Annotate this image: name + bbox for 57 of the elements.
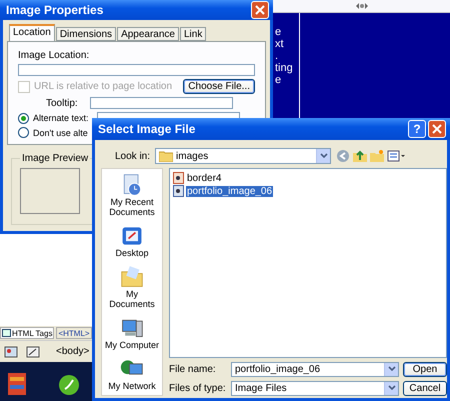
close-button[interactable]	[251, 1, 269, 19]
file-item[interactable]: border4	[186, 172, 222, 184]
places-item[interactable]: My Recent Documents	[102, 173, 162, 217]
radio-button[interactable]	[18, 127, 29, 138]
window-title: Image Properties	[6, 3, 104, 17]
resize-handle-icon	[356, 3, 368, 9]
text-fragment: e	[275, 75, 282, 85]
places-item[interactable]: My Documents	[102, 265, 162, 309]
close-icon	[432, 124, 442, 134]
file-name-field[interactable]: portfolio_image_06	[231, 362, 399, 376]
field-label: Image Location:	[18, 50, 90, 61]
panel-tab[interactable]: HTML Tags	[0, 327, 54, 339]
field-label: Files of type:	[169, 382, 227, 394]
tooltip-field[interactable]	[90, 97, 233, 109]
close-button[interactable]	[428, 120, 446, 138]
dialog-tab[interactable]: Dimensions	[56, 27, 116, 41]
panel-tab[interactable]: <HTML>	[56, 327, 92, 339]
file-type-dropdown[interactable]: Image Files	[231, 380, 399, 396]
field-label: File name:	[169, 364, 217, 374]
open-button[interactable]: Open	[403, 362, 447, 376]
places-item[interactable]: Desktop	[102, 224, 162, 258]
radio-label: Don't use alte	[33, 128, 88, 138]
text-fragment: xt	[275, 39, 285, 49]
cancel-button[interactable]: Cancel	[403, 380, 447, 396]
file-item[interactable]: portfolio_image_06	[186, 186, 274, 196]
help-button[interactable]: ?	[408, 120, 426, 138]
folder-icon	[159, 150, 174, 162]
choose-file-button[interactable]: Choose File...	[183, 79, 255, 94]
field-label: Look in:	[115, 150, 150, 162]
radio-label: Alternate text:	[33, 113, 89, 123]
text-fragment: e	[275, 27, 282, 37]
image-file-icon	[173, 172, 184, 184]
image-edit-icon	[26, 346, 40, 358]
image-location-field[interactable]	[18, 64, 255, 76]
dialog-tab[interactable]: Location	[9, 24, 55, 41]
folder-document-icon	[120, 265, 144, 289]
close-icon	[255, 5, 265, 15]
image-file-icon	[173, 185, 184, 197]
image-icon	[4, 346, 18, 358]
preview-area	[20, 168, 80, 214]
places-item[interactable]: My Computer	[102, 316, 162, 350]
dialog-tab[interactable]: Appearance	[117, 27, 179, 41]
group-label: Image Preview	[21, 153, 90, 164]
dialog-tab[interactable]: Link	[180, 27, 206, 41]
field-label: Tooltip:	[46, 98, 79, 108]
text-fragment: .	[275, 51, 280, 61]
dialog-title: Select Image File	[98, 122, 196, 136]
places-item[interactable]: My Network	[102, 357, 162, 391]
new-folder-icon	[370, 149, 384, 163]
tag-icon	[2, 329, 11, 337]
radio-button[interactable]	[18, 112, 29, 124]
text-fragment: ting	[275, 63, 294, 73]
up-folder-icon	[353, 149, 368, 163]
look-in-dropdown[interactable]: images	[155, 148, 332, 164]
tag-path[interactable]: <body>	[56, 346, 90, 357]
checkbox-label: URL is relative to page location	[34, 81, 172, 92]
views-icon	[387, 149, 406, 163]
